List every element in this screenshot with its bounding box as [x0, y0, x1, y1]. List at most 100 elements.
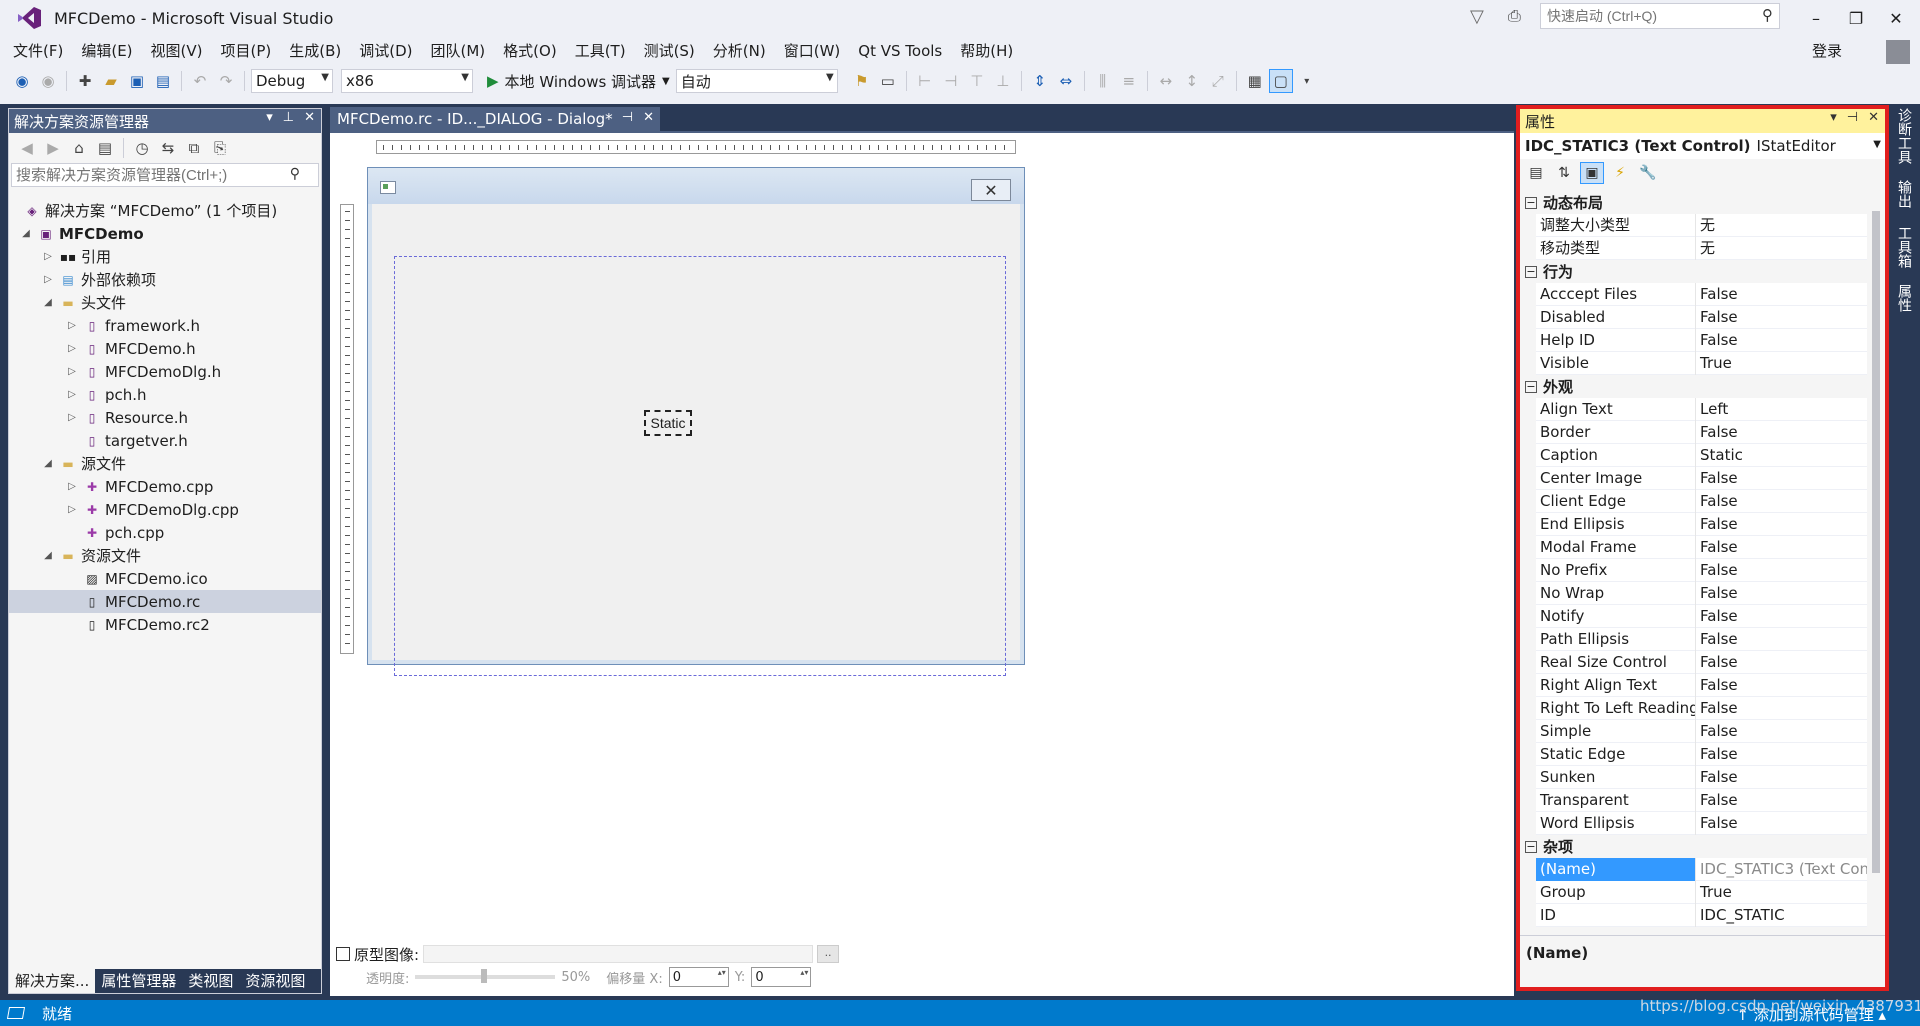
property-row[interactable]: Visible True — [1520, 351, 1867, 375]
property-value[interactable]: False — [1696, 674, 1867, 697]
home-icon[interactable]: ⌂ — [67, 136, 91, 160]
menu-file[interactable]: 文件(F) — [4, 38, 72, 64]
property-value[interactable]: False — [1696, 766, 1867, 789]
find-icon[interactable]: ⚑ — [850, 69, 874, 93]
undo-icon[interactable]: ↶ — [188, 69, 212, 93]
menu-project[interactable]: 项目(P) — [212, 38, 281, 64]
minimize-button[interactable]: – — [1796, 4, 1836, 32]
property-value[interactable]: IDC_STATIC — [1696, 904, 1867, 927]
menu-qt-vs-tools[interactable]: Qt VS Tools — [849, 38, 951, 64]
tree-item-resource-folder[interactable]: ◢ ▬ 资源文件 — [9, 544, 321, 567]
collapse-icon[interactable]: − — [1525, 380, 1537, 393]
pin-icon[interactable]: ⊣ — [1847, 110, 1858, 125]
close-window-button[interactable]: ✕ — [1876, 4, 1916, 32]
category-misc[interactable]: − 杂项 — [1520, 835, 1867, 858]
center-horizontal-icon[interactable]: ⇔ — [1054, 69, 1078, 93]
tree-item-file-selected[interactable]: ▯ MFCDemo.rc — [9, 590, 321, 613]
show-all-files-icon[interactable]: ⎘ — [208, 136, 232, 160]
auto-dropdown[interactable]: 自动 ▼ — [675, 69, 838, 93]
menu-edit[interactable]: 编辑(E) — [72, 38, 141, 64]
category-behavior[interactable]: − 行为 — [1520, 260, 1867, 283]
dialog-preview[interactable]: ✕ — [367, 167, 1025, 676]
redo-icon[interactable]: ↷ — [214, 69, 238, 93]
menu-analyze[interactable]: 分析(N) — [704, 38, 775, 64]
menu-debug[interactable]: 调试(D) — [350, 38, 421, 64]
property-row[interactable]: Client Edge False — [1520, 489, 1867, 513]
tree-item-references[interactable]: ▷ ▪▪ 引用 — [9, 245, 321, 268]
tree-item-source-folder[interactable]: ◢ ▬ 源文件 — [9, 452, 321, 475]
property-value[interactable]: False — [1696, 697, 1867, 720]
property-row[interactable]: Notify False — [1520, 604, 1867, 628]
property-row[interactable]: 移动类型无 — [1520, 236, 1867, 260]
guides-icon[interactable]: ▢ — [1268, 69, 1293, 93]
vertical-ruler[interactable] — [340, 204, 354, 654]
menu-build[interactable]: 生成(B) — [280, 38, 350, 64]
menu-team[interactable]: 团队(M) — [422, 38, 495, 64]
quick-launch-input[interactable] — [1547, 8, 1757, 24]
pending-changes-icon[interactable]: ◷ — [130, 136, 154, 160]
collapsed-arrow-icon[interactable]: ▷ — [41, 250, 55, 264]
property-row[interactable]: No Wrap False — [1520, 581, 1867, 605]
same-size-icon[interactable]: ⤢ — [1206, 69, 1230, 93]
close-icon[interactable]: ✕ — [304, 110, 315, 125]
tree-item-project[interactable]: ◢ ▣ MFCDemo — [9, 222, 321, 245]
collapsed-arrow-icon[interactable]: ▷ — [65, 388, 79, 402]
property-row[interactable]: 调整大小类型无 — [1520, 213, 1867, 237]
collapsed-arrow-icon[interactable]: ▷ — [65, 503, 79, 517]
property-value[interactable]: False — [1696, 812, 1867, 835]
collapsed-arrow-icon[interactable]: ▷ — [65, 365, 79, 379]
collapse-all-icon[interactable]: ⧉ — [182, 136, 206, 160]
prototype-image-path-field[interactable] — [423, 945, 814, 963]
property-row[interactable]: Align Text Left — [1520, 397, 1867, 421]
property-value[interactable]: True — [1696, 352, 1867, 375]
feedback-icon[interactable]: ⎙ — [1508, 6, 1530, 28]
same-width-icon[interactable]: ↔ — [1154, 69, 1178, 93]
tree-item-file[interactable]: ▯ MFCDemo.rc2 — [9, 613, 321, 636]
platform-dropdown[interactable]: x86 ▼ — [341, 69, 473, 93]
collapsed-arrow-icon[interactable]: ▷ — [41, 273, 55, 287]
user-avatar[interactable] — [1886, 40, 1910, 64]
property-value[interactable]: False — [1696, 536, 1867, 559]
expanded-arrow-icon[interactable]: ◢ — [41, 296, 55, 310]
panel-menu-icon[interactable]: ▾ — [266, 110, 273, 125]
property-value[interactable]: False — [1696, 559, 1867, 582]
property-row[interactable]: Acccept Files False — [1520, 282, 1867, 306]
slider-thumb[interactable] — [481, 969, 488, 983]
alphabetical-icon[interactable]: ⇅ — [1552, 162, 1576, 184]
document-tab[interactable]: MFCDemo.rc - ID..._DIALOG - Dialog* ⊣ ✕ — [330, 107, 660, 131]
properties-view-icon[interactable]: ▣ — [1580, 162, 1604, 184]
property-value[interactable]: False — [1696, 513, 1867, 536]
start-debugging-button[interactable]: ▶ 本地 Windows 调试器 ▼ — [483, 69, 674, 93]
property-row[interactable]: ID IDC_STATIC — [1520, 903, 1867, 927]
forward-icon[interactable]: ◉ — [36, 69, 60, 93]
property-row[interactable]: Static Edge False — [1520, 742, 1867, 766]
tab-output[interactable]: 输出 — [1894, 180, 1914, 208]
property-value[interactable]: False — [1696, 329, 1867, 352]
tree-item-file[interactable]: ▨ MFCDemo.ico — [9, 567, 321, 590]
property-row[interactable]: Group True — [1520, 880, 1867, 904]
collapse-icon[interactable]: − — [1525, 840, 1537, 853]
forward-icon[interactable]: ▶ — [41, 136, 65, 160]
property-value[interactable]: False — [1696, 490, 1867, 513]
back-icon[interactable]: ◉ — [10, 69, 34, 93]
property-value[interactable]: False — [1696, 628, 1867, 651]
space-across-icon[interactable]: ⫼ — [1091, 69, 1115, 93]
property-row[interactable]: Simple False — [1520, 719, 1867, 743]
property-value[interactable]: False — [1696, 605, 1867, 628]
categorized-icon[interactable]: ▤ — [1524, 162, 1548, 184]
property-value[interactable]: IDC_STATIC3 (Text Con — [1696, 858, 1867, 881]
static-text-control[interactable]: Static — [644, 410, 692, 436]
switch-views-icon[interactable]: ▤ — [93, 136, 117, 160]
tab-class-view[interactable]: 类视图 — [182, 969, 239, 993]
toolbar-overflow-icon[interactable]: ▾ — [1295, 69, 1319, 93]
tab-property-manager[interactable]: 属性管理器 — [95, 969, 182, 993]
tree-item-external-deps[interactable]: ▷ ▤ 外部依赖项 — [9, 268, 321, 291]
grid-icon[interactable]: ▦ — [1243, 69, 1267, 93]
property-value[interactable]: False — [1696, 789, 1867, 812]
center-vertical-icon[interactable]: ⇕ — [1028, 69, 1052, 93]
notification-filter-icon[interactable]: ▽ — [1470, 6, 1490, 28]
property-row[interactable]: Sunken False — [1520, 765, 1867, 789]
solution-search-input[interactable] — [16, 166, 286, 184]
tab-properties[interactable]: 属性 — [1894, 284, 1914, 312]
solution-config-dropdown[interactable]: Debug ▼ — [251, 69, 333, 93]
